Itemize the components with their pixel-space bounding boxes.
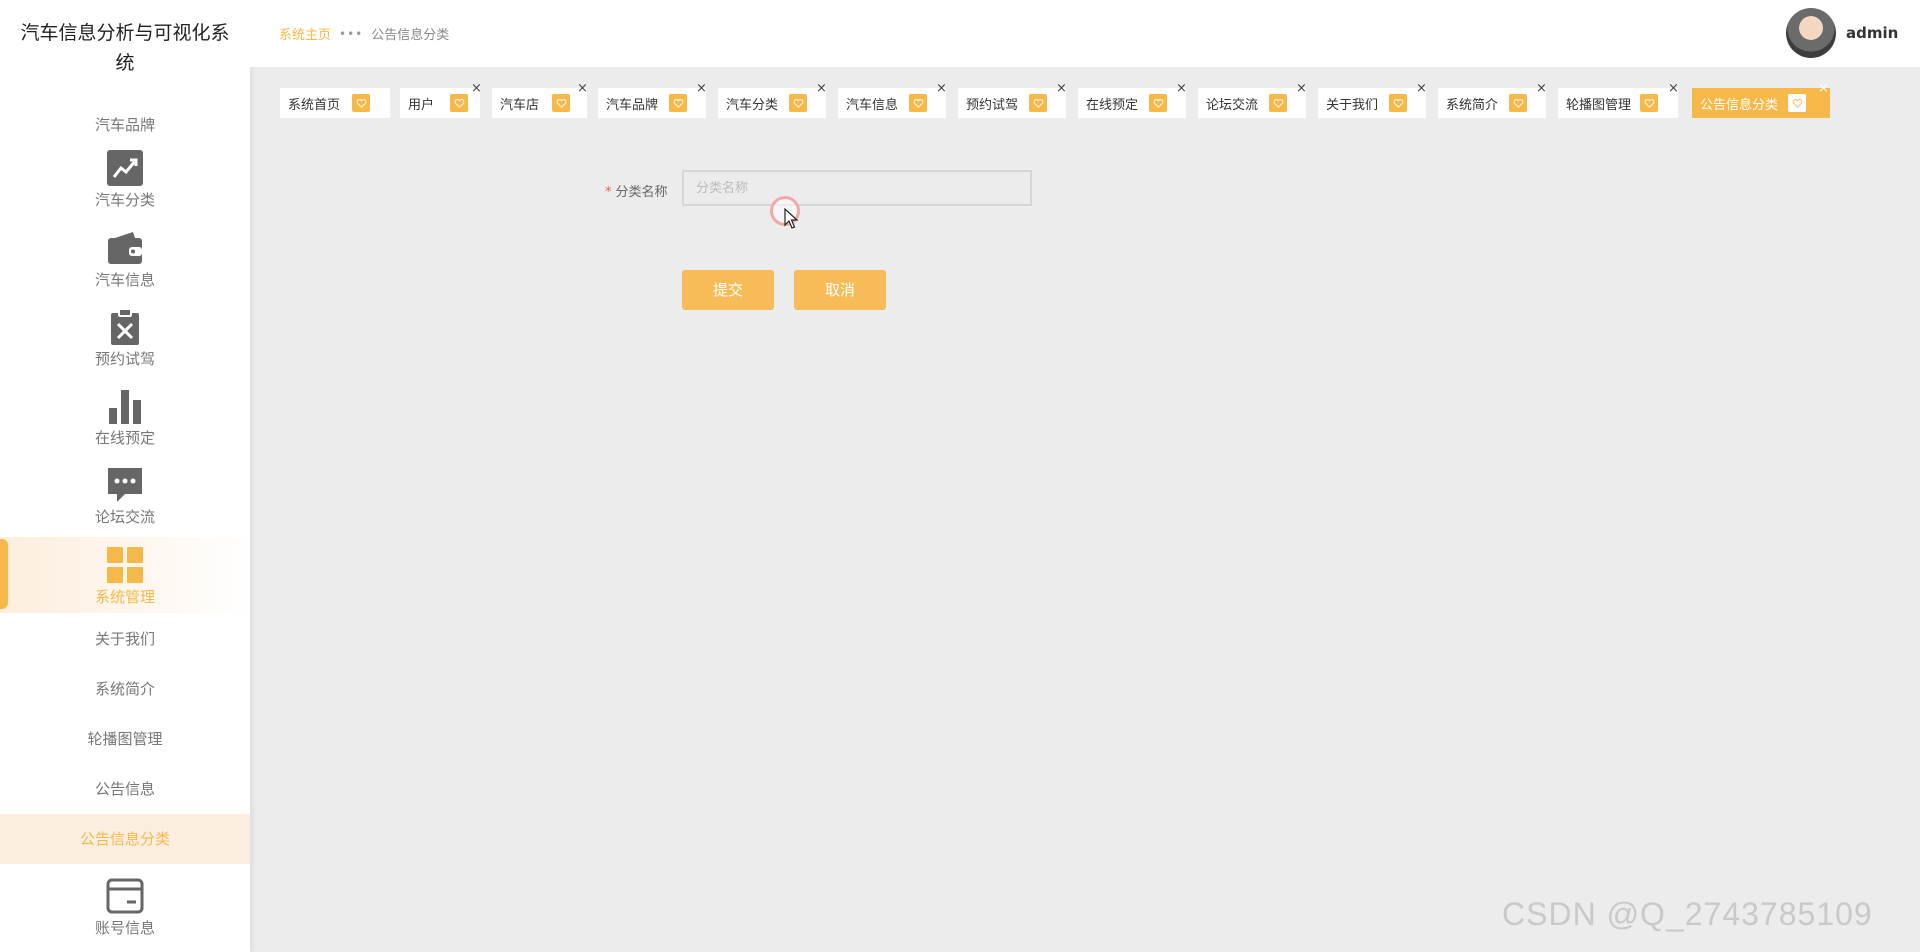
close-icon[interactable]: × — [1296, 82, 1307, 96]
heart-icon — [1640, 94, 1658, 112]
sidebar-item-label: 汽车分类 — [94, 191, 155, 209]
heart-icon — [789, 94, 807, 112]
tab-label: 系统首页 — [288, 97, 341, 113]
close-icon[interactable]: × — [1176, 82, 1187, 96]
tab-forum[interactable]: 论坛交流 × — [1198, 82, 1307, 118]
sidebar-item-car-brand[interactable]: 汽车品牌 — [0, 100, 250, 150]
breadcrumb-home[interactable]: 系统主页 — [279, 24, 331, 43]
tab-car-info[interactable]: 汽车信息 × — [838, 82, 947, 118]
close-icon[interactable]: × — [696, 82, 707, 96]
submenu-item-about-us[interactable]: 关于我们 — [0, 614, 250, 664]
tab-label: 轮播图管理 — [1566, 97, 1632, 113]
heart-icon — [909, 94, 927, 112]
submenu-item-announcement[interactable]: 公告信息 — [0, 764, 250, 814]
tab-home[interactable]: 系统首页 — [280, 88, 390, 118]
tab-announcement-category[interactable]: 公告信息分类 × — [1692, 82, 1830, 118]
close-icon[interactable]: × — [1416, 82, 1427, 96]
tab-car-brand[interactable]: 汽车品牌 × — [598, 82, 707, 118]
close-icon[interactable]: × — [1056, 82, 1067, 96]
heart-icon — [1389, 94, 1407, 112]
sidebar-item-forum[interactable]: 论坛交流 — [0, 465, 250, 544]
close-icon[interactable]: × — [936, 82, 947, 96]
tab-label: 关于我们 — [1326, 97, 1379, 113]
heart-icon — [1149, 94, 1167, 112]
grid-icon — [107, 547, 143, 583]
sidebar-item-test-drive[interactable]: 预约试驾 — [0, 307, 250, 386]
tab-label: 公告信息分类 — [1700, 97, 1779, 113]
tab-test-drive[interactable]: 预约试驾 × — [958, 82, 1067, 118]
chat-bubble-icon — [108, 468, 142, 502]
tab-user[interactable]: 用户 × — [400, 82, 482, 118]
heart-icon — [669, 94, 687, 112]
sidebar-item-label: 账号信息 — [94, 919, 155, 937]
required-mark: * — [605, 185, 612, 200]
submenu: 关于我们 系统简介 轮播图管理 公告信息 公告信息分类 — [0, 614, 250, 864]
heart-icon — [450, 94, 468, 112]
field-label-text: 分类名称 — [615, 185, 668, 200]
close-icon[interactable]: × — [1668, 82, 1679, 96]
sidebar-item-system-management[interactable]: 系统管理 — [0, 537, 250, 613]
card-icon — [106, 878, 144, 914]
avatar[interactable] — [1786, 8, 1836, 58]
sidebar-item-car-info[interactable]: 汽车信息 — [0, 228, 250, 307]
close-icon[interactable]: × — [1536, 82, 1547, 96]
bar-chart-icon — [109, 390, 141, 424]
clipboard-x-icon — [111, 308, 139, 345]
sidebar-item-label: 论坛交流 — [94, 508, 155, 526]
breadcrumb-current: 公告信息分类 — [371, 28, 450, 43]
submit-button[interactable]: 提交 — [682, 270, 774, 310]
heart-icon — [1788, 94, 1806, 112]
tab-bar: 系统首页 用户 × 汽车店 × 汽车品牌 × 汽车分类 × 汽车信息 × 预约试… — [280, 82, 1920, 118]
top-header: 系统主页 ••• 公告信息分类 admin — [250, 0, 1920, 67]
mouse-cursor-icon — [784, 208, 798, 229]
category-name-input[interactable] — [682, 170, 1032, 206]
close-icon[interactable]: × — [577, 82, 588, 96]
close-icon[interactable]: × — [1818, 82, 1829, 96]
tab-label: 汽车分类 — [726, 97, 779, 113]
tab-label: 汽车品牌 — [606, 97, 659, 113]
sidebar-item-label: 在线预定 — [94, 429, 155, 447]
tab-online-booking[interactable]: 在线预定 × — [1078, 82, 1187, 118]
username[interactable]: admin — [1846, 24, 1898, 42]
tab-label: 用户 — [408, 97, 435, 113]
close-icon[interactable]: × — [816, 82, 827, 96]
heart-icon — [1269, 94, 1287, 112]
sidebar-item-label: 汽车信息 — [94, 271, 155, 289]
tab-label: 汽车信息 — [846, 97, 899, 113]
tab-label: 论坛交流 — [1206, 97, 1259, 113]
submenu-item-system-intro[interactable]: 系统简介 — [0, 664, 250, 714]
heart-icon — [1509, 94, 1527, 112]
close-icon[interactable]: × — [471, 82, 482, 96]
heart-icon — [1029, 94, 1047, 112]
trend-chart-icon — [107, 150, 143, 186]
app-title: 汽车信息分析与可视化系统 — [20, 22, 230, 74]
tab-carousel[interactable]: 轮播图管理 × — [1558, 82, 1679, 118]
heart-icon — [552, 94, 570, 112]
breadcrumb-separator: ••• — [339, 26, 364, 41]
sidebar-item-label: 系统管理 — [94, 588, 155, 606]
tab-label: 汽车店 — [500, 97, 540, 113]
breadcrumb: 系统主页 ••• 公告信息分类 — [279, 24, 450, 44]
tab-car-store[interactable]: 汽车店 × — [492, 82, 588, 118]
tab-label: 在线预定 — [1086, 97, 1139, 113]
sidebar-item-account[interactable]: 账号信息 — [0, 876, 250, 952]
tab-system-intro[interactable]: 系统简介 × — [1438, 82, 1547, 118]
sidebar-item-online-booking[interactable]: 在线预定 — [0, 386, 250, 465]
sidebar-item-label: 预约试驾 — [94, 350, 155, 368]
submenu-item-announcement-category[interactable]: 公告信息分类 — [0, 814, 250, 864]
sidebar-item-car-category[interactable]: 汽车分类 — [0, 148, 250, 227]
cancel-button[interactable]: 取消 — [794, 270, 886, 310]
active-indicator — [0, 539, 8, 609]
tab-about-us[interactable]: 关于我们 × — [1318, 82, 1427, 118]
tab-label: 预约试驾 — [966, 97, 1019, 113]
tab-car-category[interactable]: 汽车分类 × — [718, 82, 827, 118]
submenu-item-carousel[interactable]: 轮播图管理 — [0, 714, 250, 764]
watermark: CSDN @Q_2743785109 — [1502, 896, 1873, 932]
sidebar: 汽车信息分析与可视化系统 汽车品牌 汽车分类 汽车信息 预约试驾 在线预定 论坛… — [0, 0, 250, 952]
heart-icon — [352, 94, 370, 112]
wallet-icon — [108, 232, 142, 264]
tab-label: 系统简介 — [1446, 97, 1499, 113]
category-name-label: * 分类名称 — [605, 181, 668, 200]
